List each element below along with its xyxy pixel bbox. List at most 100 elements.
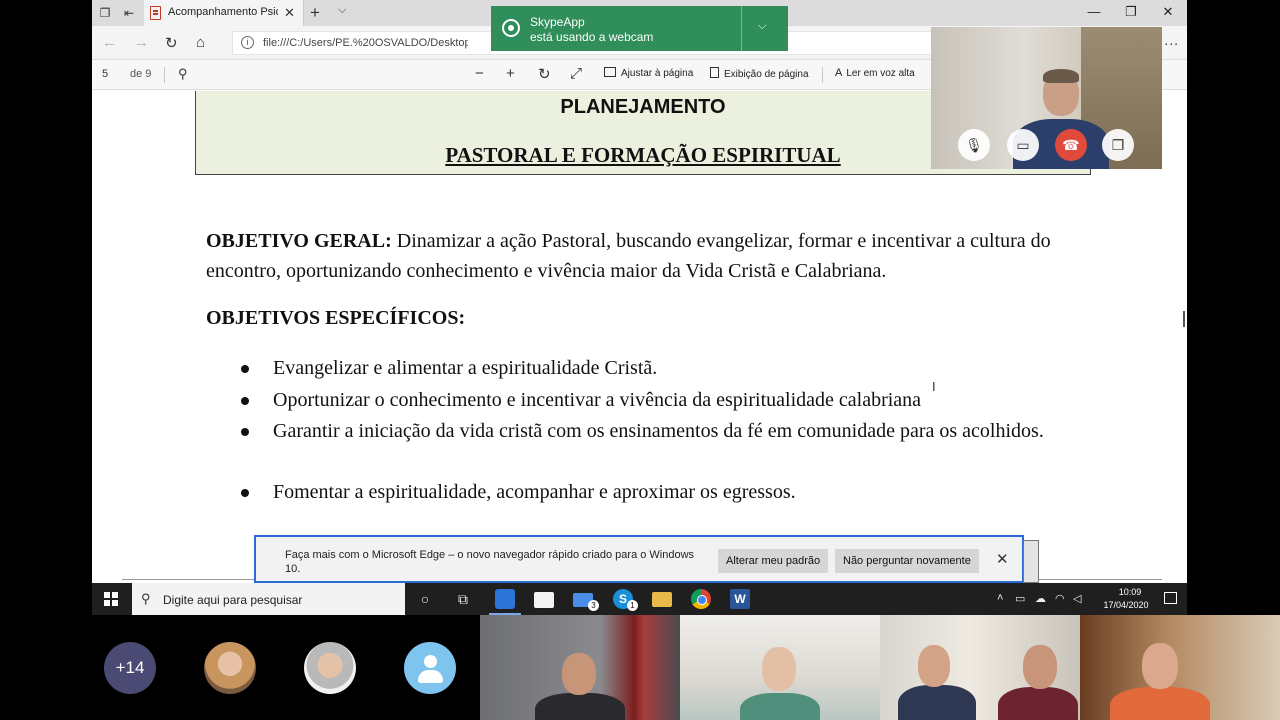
tabs-aside-icon[interactable]: ⇤: [121, 5, 137, 21]
bullet-icon: [241, 397, 249, 405]
search-icon[interactable]: ⚲: [178, 66, 188, 82]
page-total: de 9: [130, 68, 152, 80]
refresh-icon[interactable]: ↻: [165, 34, 178, 52]
clock-time[interactable]: 10:09: [1105, 587, 1155, 597]
chevron-down-icon[interactable]: ⌵: [338, 4, 346, 17]
edge-notification: Faça mais com o Microsoft Edge – o novo …: [254, 535, 1024, 583]
bullet-item: Oportunizar o conhecimento e incentivar …: [273, 389, 922, 411]
text-cursor-icon: I: [932, 379, 936, 394]
skype-badge: 1: [627, 600, 638, 611]
close-icon[interactable]: ✕: [996, 550, 1009, 568]
more-menu-icon[interactable]: ...: [1164, 32, 1179, 48]
wifi-icon[interactable]: ◠: [1055, 592, 1065, 605]
page-view-icon: [710, 67, 719, 78]
back-icon[interactable]: ←: [102, 34, 117, 51]
restore-icon[interactable]: ❐: [1121, 4, 1141, 20]
clock-date[interactable]: 17/04/2020: [1095, 600, 1157, 610]
participant-video[interactable]: [880, 615, 1080, 720]
start-tile: [104, 600, 110, 606]
file-explorer-icon[interactable]: [652, 592, 672, 607]
close-window-icon[interactable]: ✕: [1158, 4, 1178, 20]
person-hair: [1043, 69, 1079, 83]
search-icon: ⚲: [141, 591, 151, 606]
bullet-icon: [241, 489, 249, 497]
participant-avatar[interactable]: [204, 642, 256, 694]
dont-ask-button[interactable]: Não perguntar novamente: [835, 549, 979, 573]
chrome-app-icon[interactable]: [691, 589, 711, 609]
participant-avatar[interactable]: [404, 642, 456, 694]
system-tray: ˄ ▭ ☁ ◠ ◁ 10:09 17/04/2020: [997, 583, 1187, 615]
read-aloud-button[interactable]: A Ler em voz alta: [835, 67, 915, 79]
close-tab-icon[interactable]: ✕: [284, 5, 295, 21]
bullet-item: Evangelizar e alimentar a espiritualidad…: [273, 357, 658, 379]
toast-divider: [741, 6, 742, 51]
microphone-icon[interactable]: 🎙: [958, 129, 990, 161]
store-app-icon[interactable]: [534, 592, 554, 608]
objetivos-especificos-label: OBJETIVOS ESPECÍFICOS:: [206, 307, 466, 329]
chevron-down-icon[interactable]: ⌵: [758, 20, 766, 33]
search-placeholder: Digite aqui para pesquisar: [163, 593, 303, 607]
taskbar-search-input[interactable]: ⚲ Digite aqui para pesquisar: [132, 583, 405, 615]
fullscreen-icon[interactable]: ⤢: [570, 65, 582, 82]
chevron-up-icon[interactable]: ˄: [997, 592, 1003, 604]
screen-share-stage: ❐ ⇤ Acompanhamento Psicossocial ✕ + ⌵ — …: [0, 0, 1280, 720]
word-app-icon[interactable]: W: [730, 589, 750, 609]
edge-app-icon[interactable]: [489, 589, 521, 615]
home-icon[interactable]: ⌂: [196, 34, 205, 51]
set-default-button[interactable]: Alterar meu padrão: [718, 549, 829, 573]
battery-icon[interactable]: ▭: [1015, 592, 1025, 605]
bullet-icon: [241, 428, 249, 436]
person-body-icon: [418, 670, 443, 683]
read-aloud-icon: A: [835, 67, 843, 79]
task-view-icon[interactable]: ⧉: [453, 589, 473, 609]
switch-view-icon[interactable]: ❐: [1102, 129, 1134, 161]
tab-title: Acompanhamento Psicossocial: [168, 6, 278, 18]
person-head: [1142, 643, 1178, 689]
toast-title: SkypeApp: [530, 15, 585, 29]
person-head: [918, 645, 950, 687]
more-participants-button[interactable]: +14: [104, 642, 156, 694]
windows-start-icon[interactable]: [104, 592, 118, 606]
page-number-input[interactable]: 5: [102, 68, 108, 80]
forward-icon[interactable]: →: [134, 34, 149, 51]
participant-avatar[interactable]: [304, 642, 356, 694]
tab-actions-icon[interactable]: ❐: [97, 5, 113, 21]
cloud-icon[interactable]: ☁: [1035, 592, 1046, 605]
person-head: [1023, 645, 1057, 689]
volume-icon[interactable]: ◁: [1073, 592, 1081, 605]
person-head-icon: [424, 655, 437, 668]
webcam-toast[interactable]: SkypeApp está usando a webcam ⌵: [491, 6, 788, 51]
person-head: [762, 647, 796, 691]
person-body: [998, 687, 1078, 720]
read-aloud-label: Ler em voz alta: [846, 68, 915, 79]
minimize-icon[interactable]: —: [1084, 4, 1104, 19]
info-icon[interactable]: i: [241, 36, 254, 49]
taskbar: ⚲ Digite aqui para pesquisar ○ ⧉ 3 S 1 W…: [92, 583, 1187, 615]
fit-page-button[interactable]: Ajustar à página: [604, 67, 693, 79]
start-tile: [104, 592, 110, 598]
new-tab-icon[interactable]: +: [310, 3, 320, 23]
cortana-icon[interactable]: ○: [415, 589, 435, 609]
participant-video[interactable]: [480, 615, 680, 720]
edge-message: Faça mais com o Microsoft Edge – o novo …: [285, 549, 695, 575]
participants-strip: +14: [0, 615, 1280, 720]
notifications-icon[interactable]: [1164, 592, 1177, 604]
fit-page-label: Ajustar à página: [621, 68, 694, 79]
participant-video[interactable]: [1080, 615, 1280, 720]
camera-icon[interactable]: ▭: [1007, 129, 1039, 161]
person-body: [740, 693, 820, 720]
page-view-button[interactable]: Exibição de página: [710, 67, 809, 80]
person-body: [1110, 687, 1210, 720]
person-head: [562, 653, 596, 695]
zoom-out-icon[interactable]: −: [475, 65, 484, 82]
rotate-icon[interactable]: ↻: [538, 65, 551, 83]
zoom-in-icon[interactable]: +: [506, 65, 515, 82]
tab-active[interactable]: Acompanhamento Psicossocial ✕: [144, 0, 304, 26]
bullet-item: Garantir a iniciação da vida cristã com …: [273, 420, 1044, 442]
participant-video[interactable]: [680, 615, 880, 720]
toast-subtitle: está usando a webcam: [530, 30, 654, 44]
scrollbar-thumb[interactable]: [1183, 311, 1185, 327]
bullet-icon: [241, 365, 249, 373]
hang-up-icon[interactable]: ☎: [1055, 129, 1087, 161]
page-view-label: Exibição de página: [724, 69, 809, 80]
